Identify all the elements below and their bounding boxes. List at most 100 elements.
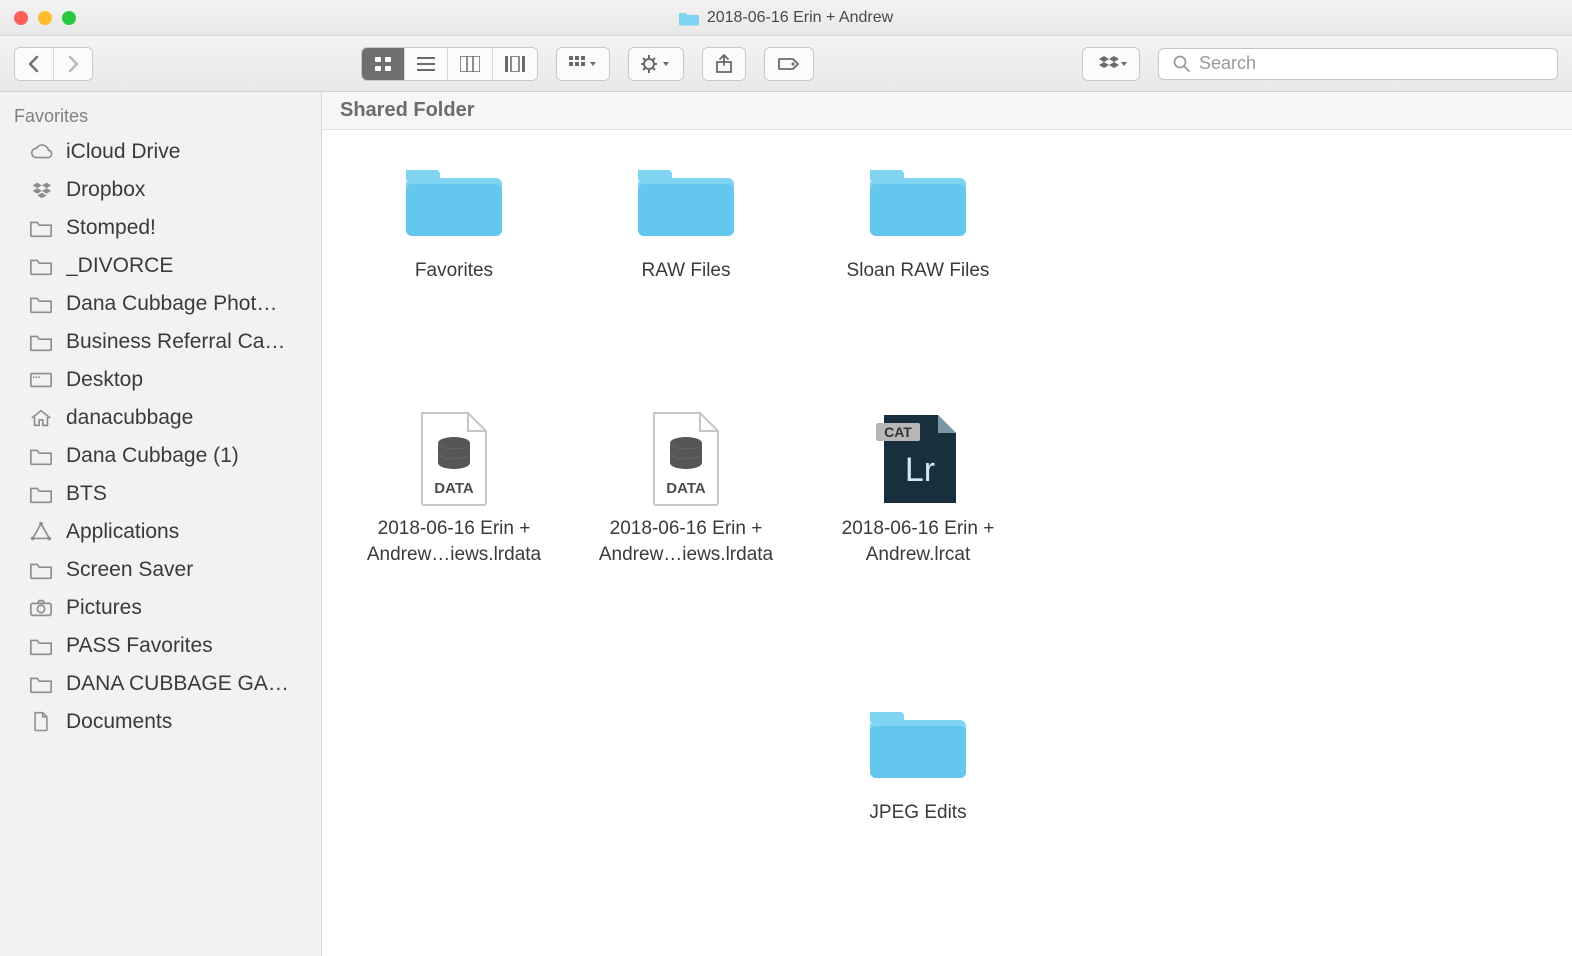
- share-group: [702, 47, 746, 81]
- camera-icon: [28, 597, 54, 619]
- sidebar-item[interactable]: PASS Favorites: [0, 627, 321, 665]
- arrange-button[interactable]: [557, 48, 609, 80]
- column-view-icon: [460, 56, 480, 72]
- grid-spacer: [1034, 158, 1266, 386]
- sidebar-item[interactable]: BTS: [0, 475, 321, 513]
- item-label: Favorites: [415, 258, 493, 284]
- main-pane: Shared Folder Favorites RAW Files Sloan …: [322, 92, 1572, 956]
- folder-icon: [28, 331, 54, 353]
- lrcat-icon: CAT Lr: [864, 416, 972, 502]
- list-view-icon: [417, 56, 435, 72]
- toolbar: Search: [0, 36, 1572, 92]
- column-view-button[interactable]: [448, 48, 493, 80]
- sidebar-item-label: Dropbox: [66, 178, 145, 202]
- data-icon: DATA: [632, 416, 740, 502]
- sidebar-item[interactable]: iCloud Drive: [0, 133, 321, 171]
- item-label: Sloan RAW Files: [847, 258, 990, 284]
- sidebar-item[interactable]: Pictures: [0, 589, 321, 627]
- folder-icon: [28, 635, 54, 657]
- folder-icon: [28, 293, 54, 315]
- sidebar-item[interactable]: Dana Cubbage (1): [0, 437, 321, 475]
- sidebar-item-label: Dana Cubbage Phot…: [66, 292, 277, 316]
- svg-text:DATA: DATA: [666, 480, 706, 497]
- folder-item[interactable]: Sloan RAW Files: [802, 158, 1034, 386]
- window-title: 2018-06-16 Erin + Andrew: [0, 0, 1572, 35]
- sidebar-item[interactable]: DANA CUBBAGE GA…: [0, 665, 321, 703]
- sidebar-item-label: PASS Favorites: [66, 634, 213, 658]
- sidebar-item[interactable]: Stomped!: [0, 209, 321, 247]
- share-button[interactable]: [703, 48, 745, 80]
- sidebar-item[interactable]: Desktop: [0, 361, 321, 399]
- dropbox-icon: [1095, 55, 1127, 73]
- sidebar-item-label: DANA CUBBAGE GA…: [66, 672, 289, 696]
- search-input[interactable]: Search: [1158, 48, 1558, 80]
- folder-item[interactable]: RAW Files: [570, 158, 802, 386]
- forward-button[interactable]: [54, 48, 92, 80]
- close-button[interactable]: [14, 11, 28, 25]
- sidebar-item[interactable]: danacubbage: [0, 399, 321, 437]
- icon-view-button[interactable]: [362, 48, 405, 80]
- gallery-view-button[interactable]: [493, 48, 537, 80]
- sidebar-item-label: BTS: [66, 482, 107, 506]
- sidebar-item-label: Pictures: [66, 596, 142, 620]
- folder-icon: [679, 9, 699, 27]
- maximize-button[interactable]: [62, 11, 76, 25]
- sidebar-item[interactable]: Screen Saver: [0, 551, 321, 589]
- sidebar-item[interactable]: Dana Cubbage Phot…: [0, 285, 321, 323]
- sidebar-item-label: Business Referral Ca…: [66, 330, 285, 354]
- sidebar-item-label: Desktop: [66, 368, 143, 392]
- tag-icon: [777, 56, 801, 72]
- action-button[interactable]: [629, 48, 683, 80]
- file-item[interactable]: CAT Lr 2018-06-16 Erin +Andrew.lrcat: [802, 416, 1034, 670]
- sidebar-item-label: Applications: [66, 520, 179, 544]
- back-button[interactable]: [15, 48, 54, 80]
- sidebar-item-label: Stomped!: [66, 216, 156, 240]
- chevron-left-icon: [27, 55, 41, 73]
- sidebar-item-label: danacubbage: [66, 406, 193, 430]
- chevron-right-icon: [66, 55, 80, 73]
- view-mode-group: [361, 47, 538, 81]
- sidebar-item[interactable]: Dropbox: [0, 171, 321, 209]
- item-label: JPEG Edits: [869, 800, 966, 826]
- folder-icon: [400, 158, 508, 244]
- action-group: [628, 47, 684, 81]
- apps-icon: [28, 521, 54, 543]
- sidebar-item[interactable]: Documents: [0, 703, 321, 741]
- grid-spacer: [570, 700, 802, 928]
- folder-icon: [28, 673, 54, 695]
- dropbox-button[interactable]: [1083, 48, 1139, 80]
- sidebar-item[interactable]: _DIVORCE: [0, 247, 321, 285]
- content-area: Favorites iCloud Drive Dropbox Stomped! _DI…: [0, 92, 1572, 956]
- list-view-button[interactable]: [405, 48, 448, 80]
- folder-item[interactable]: JPEG Edits: [802, 700, 1034, 928]
- sidebar-item-label: Dana Cubbage (1): [66, 444, 239, 468]
- icon-grid[interactable]: Favorites RAW Files Sloan RAW Files DATA…: [322, 130, 1572, 956]
- search-icon: [1173, 55, 1191, 73]
- dropbox-icon: [28, 179, 54, 201]
- file-item[interactable]: DATA 2018-06-16 Erin +Andrew…iews.lrdata: [338, 416, 570, 670]
- tags-button[interactable]: [765, 48, 813, 80]
- sidebar-heading: Favorites: [0, 104, 321, 133]
- tags-group: [764, 47, 814, 81]
- sidebar-item-label: Screen Saver: [66, 558, 193, 582]
- item-label: 2018-06-16 Erin +Andrew.lrcat: [842, 516, 995, 567]
- grid-arrange-icon: [569, 56, 597, 72]
- file-item[interactable]: DATA 2018-06-16 Erin +Andrew…iews.lrdata: [570, 416, 802, 670]
- document-icon: [28, 711, 54, 733]
- item-label: RAW Files: [641, 258, 730, 284]
- folder-item[interactable]: Favorites: [338, 158, 570, 386]
- folder-icon: [864, 158, 972, 244]
- folder-icon: [28, 483, 54, 505]
- sidebar-item[interactable]: Business Referral Ca…: [0, 323, 321, 361]
- minimize-button[interactable]: [38, 11, 52, 25]
- sidebar: Favorites iCloud Drive Dropbox Stomped! _DI…: [0, 92, 322, 956]
- traffic-lights: [0, 11, 76, 25]
- folder-icon: [28, 445, 54, 467]
- data-icon: DATA: [400, 416, 508, 502]
- search-placeholder: Search: [1199, 53, 1256, 74]
- sidebar-item[interactable]: Applications: [0, 513, 321, 551]
- folder-icon: [28, 217, 54, 239]
- titlebar: 2018-06-16 Erin + Andrew: [0, 0, 1572, 36]
- svg-text:CAT: CAT: [884, 424, 912, 440]
- item-label: 2018-06-16 Erin +Andrew…iews.lrdata: [367, 516, 541, 567]
